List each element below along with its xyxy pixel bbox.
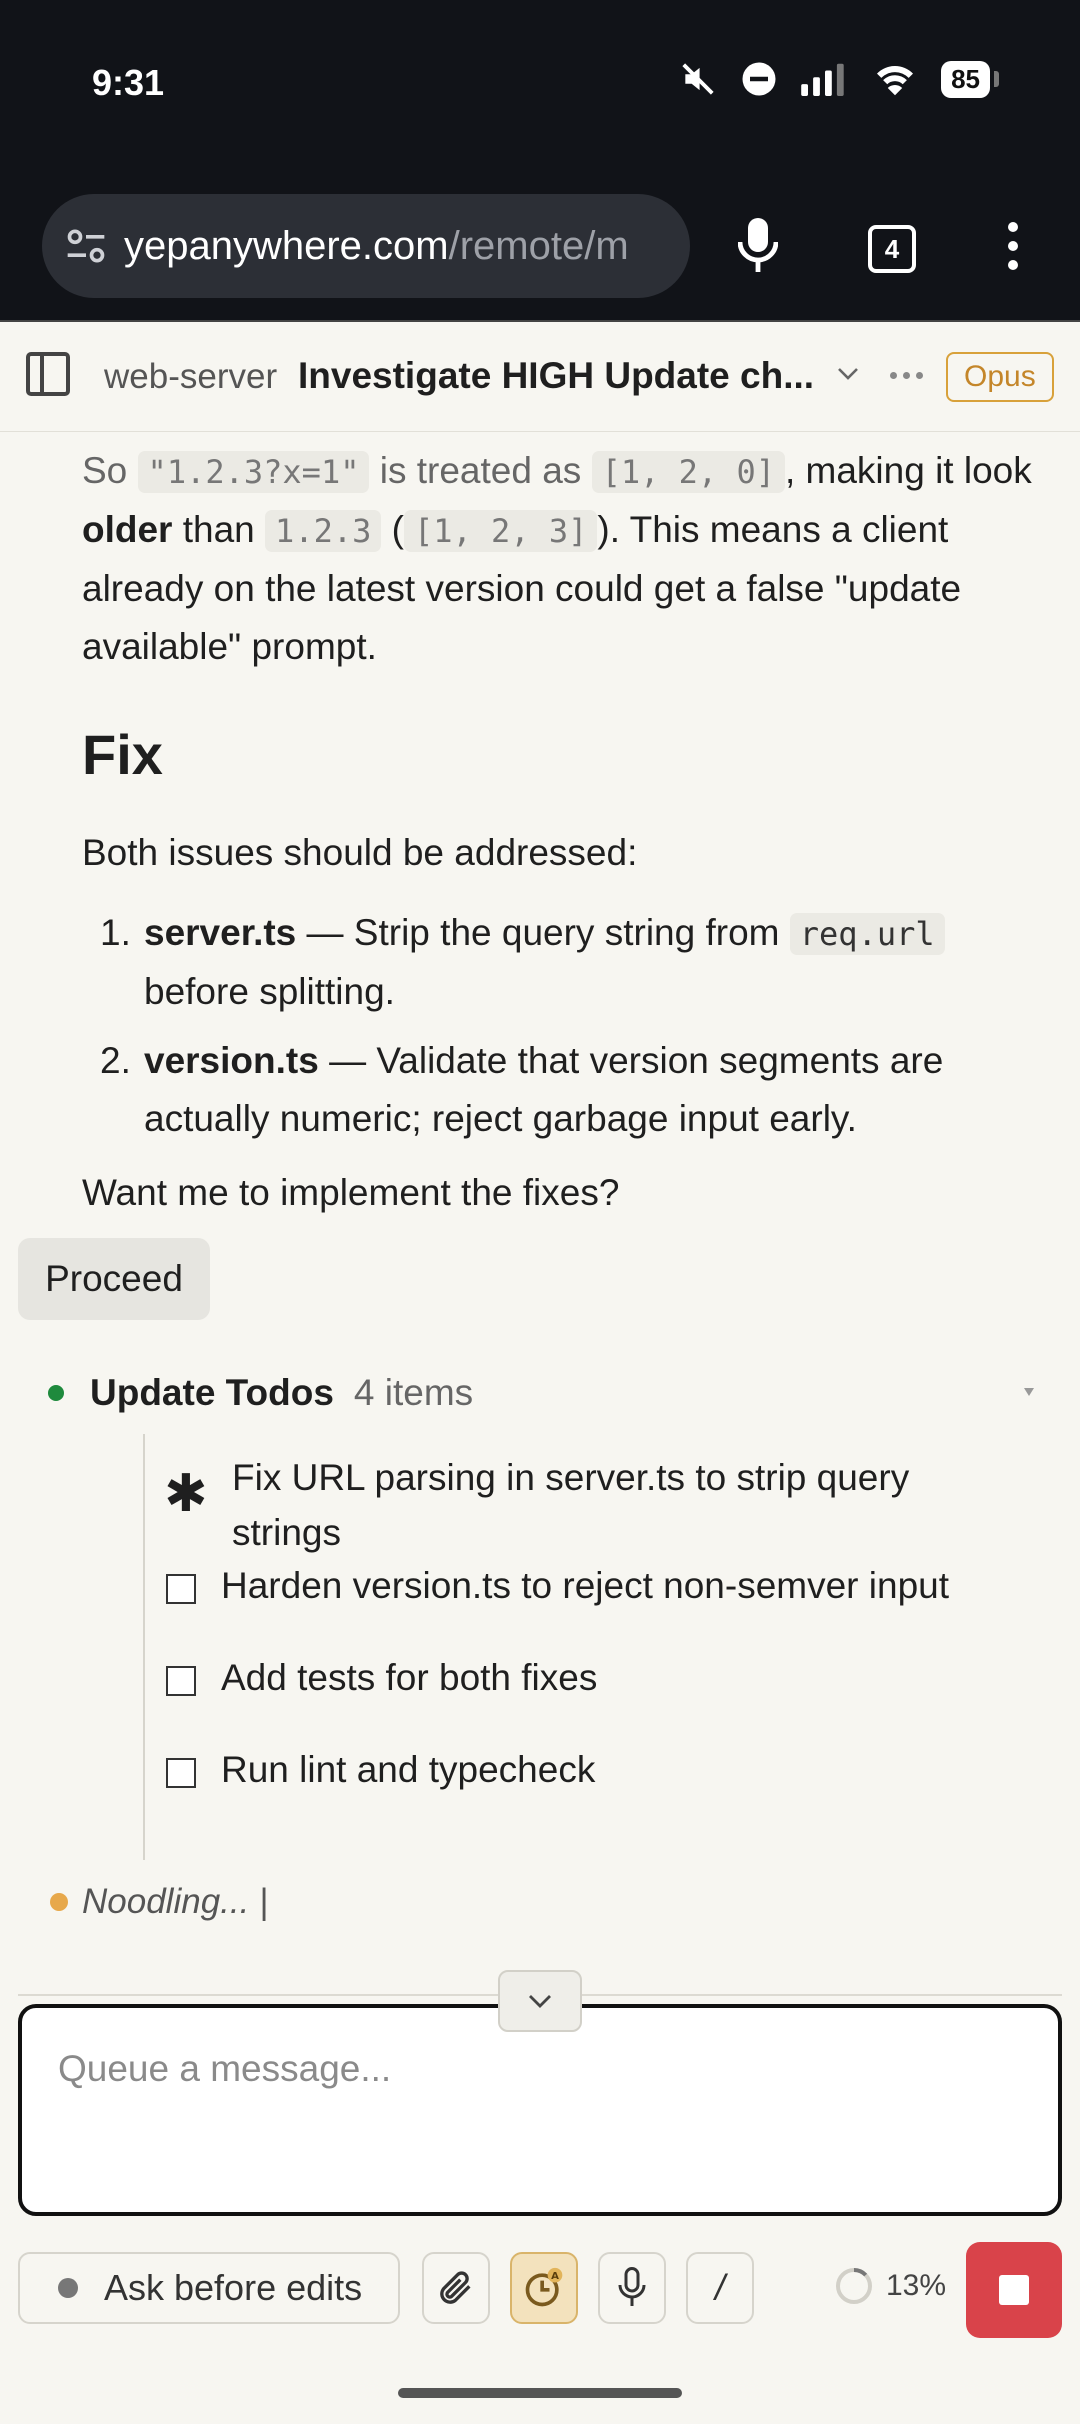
attach-button[interactable] bbox=[422, 2252, 490, 2324]
dnd-icon bbox=[742, 62, 776, 96]
microphone-icon bbox=[618, 2267, 646, 2306]
stop-button[interactable] bbox=[966, 2242, 1062, 2338]
text-run: before splitting. bbox=[144, 971, 395, 1012]
site-settings-icon[interactable] bbox=[64, 224, 108, 268]
status-icons: 85 bbox=[679, 60, 999, 98]
activity-indicator: Noodling... | bbox=[50, 1882, 268, 1922]
todo-count: 4 items bbox=[353, 1372, 474, 1413]
checkbox-icon[interactable] bbox=[166, 1758, 196, 1788]
proceed-button[interactable]: Proceed bbox=[18, 1238, 210, 1320]
conversation: So "1.2.3?x=1" is treated as [1, 2, 0], … bbox=[0, 432, 1080, 1992]
in-progress-icon: ✱ bbox=[164, 1465, 208, 1523]
tab-switcher-button[interactable]: 4 bbox=[868, 225, 916, 273]
inline-code: [1, 2, 3] bbox=[403, 510, 598, 552]
todo-label: Run lint and typecheck bbox=[221, 1749, 596, 1790]
context-usage: 13% bbox=[834, 2266, 946, 2306]
model-badge[interactable]: Opus bbox=[946, 352, 1054, 402]
activity-text: Noodling... | bbox=[82, 1882, 269, 1921]
intro-text: Both issues should be addressed: bbox=[82, 832, 638, 873]
stop-icon bbox=[999, 2275, 1029, 2305]
paperclip-icon bbox=[440, 2271, 471, 2304]
battery-level: 85 bbox=[951, 63, 980, 94]
voice-input-button[interactable] bbox=[598, 2252, 666, 2324]
todo-title: Update Todos bbox=[90, 1372, 334, 1413]
todo-item: Run lint and typecheck bbox=[166, 1742, 1046, 1797]
inline-code: "1.2.3?x=1" bbox=[137, 451, 370, 493]
bold-text: server.ts bbox=[144, 912, 297, 953]
slash-label: / bbox=[714, 2267, 725, 2308]
sidebar-toggle-icon[interactable] bbox=[26, 352, 70, 396]
status-time: 9:31 bbox=[92, 62, 165, 103]
text-run: , making it look bbox=[784, 450, 1032, 491]
mode-label: Ask before edits bbox=[104, 2267, 363, 2308]
composer-toolbar: Ask before edits A / 13% bbox=[18, 2242, 1062, 2338]
browser-toolbar: yepanywhere.com/remote/m 4 bbox=[0, 170, 1080, 322]
status-dot bbox=[48, 1385, 64, 1401]
session-header: web-server Investigate HIGH Update ch...… bbox=[0, 322, 1080, 432]
voice-search-icon[interactable] bbox=[738, 218, 778, 274]
list-number: 2. bbox=[100, 1040, 131, 1081]
text-run: — Strip the query string from bbox=[296, 912, 790, 953]
todo-label: Harden version.ts to reject non-semver i… bbox=[221, 1565, 950, 1606]
todo-item: Fix URL parsing in server.ts to strip qu… bbox=[232, 1450, 1012, 1560]
bold-text: older bbox=[82, 509, 173, 550]
section-heading: Fix bbox=[82, 723, 163, 786]
url-host: yepanywhere.com bbox=[124, 223, 449, 268]
message-paragraph: So "1.2.3?x=1" is treated as [1, 2, 0], … bbox=[82, 442, 1042, 676]
context-percent: 13% bbox=[886, 2269, 947, 2302]
list-item: 2. version.ts — Validate that version se… bbox=[100, 1032, 1020, 1148]
inline-code: req.url bbox=[789, 913, 945, 955]
permission-mode-button[interactable]: Ask before edits bbox=[18, 2252, 400, 2324]
chevron-down-icon[interactable] bbox=[836, 366, 860, 382]
text-run: ( bbox=[381, 509, 404, 550]
todo-label: Add tests for both fixes bbox=[221, 1657, 598, 1698]
collapse-caret-icon[interactable] bbox=[1024, 1388, 1034, 1396]
text-run: than bbox=[172, 509, 266, 550]
message-input[interactable]: Queue a message... bbox=[18, 2004, 1062, 2216]
todo-rail bbox=[143, 1434, 145, 1860]
url-path: /remote/m bbox=[448, 223, 629, 268]
status-bar: 9:31 85 bbox=[0, 0, 1080, 170]
chevron-down-icon bbox=[529, 1995, 551, 2008]
todo-label: Fix URL parsing in server.ts to strip qu… bbox=[232, 1457, 910, 1553]
message-placeholder: Queue a message... bbox=[58, 2048, 392, 2089]
todo-header[interactable]: Update Todos 4 items bbox=[48, 1372, 473, 1414]
text-run: So bbox=[82, 450, 138, 491]
list-item: 1. server.ts — Strip the query string fr… bbox=[100, 904, 1020, 1021]
session-title[interactable]: Investigate HIGH Update ch... bbox=[298, 355, 818, 397]
inline-code: [1, 2, 0] bbox=[591, 451, 785, 493]
activity-dot bbox=[50, 1893, 68, 1911]
context-ring-icon bbox=[836, 2268, 872, 2304]
battery-icon: 85 bbox=[941, 60, 999, 98]
project-name[interactable]: web-server bbox=[104, 357, 277, 397]
bold-text: version.ts bbox=[144, 1040, 319, 1081]
checkbox-icon[interactable] bbox=[166, 1574, 196, 1604]
question-text: Want me to implement the fixes? bbox=[82, 1172, 620, 1213]
home-indicator[interactable] bbox=[398, 2388, 682, 2398]
auto-mode-button[interactable]: A bbox=[510, 2252, 578, 2324]
more-options-icon[interactable] bbox=[890, 372, 923, 379]
todo-item: Harden version.ts to reject non-semver i… bbox=[166, 1558, 1046, 1613]
url-text: yepanywhere.com/remote/m bbox=[124, 224, 629, 269]
wifi-icon bbox=[877, 66, 914, 96]
clock-auto-icon: A bbox=[525, 2267, 563, 2307]
slash-command-button[interactable]: / bbox=[686, 2252, 754, 2324]
tab-count: 4 bbox=[884, 233, 900, 264]
svg-text:A: A bbox=[551, 2271, 559, 2282]
signal-icon bbox=[801, 63, 844, 96]
text-run: is treated as bbox=[369, 450, 592, 491]
scroll-to-bottom-button[interactable] bbox=[498, 1970, 582, 2032]
checkbox-icon[interactable] bbox=[166, 1666, 196, 1696]
list-number: 1. bbox=[100, 912, 131, 953]
address-bar[interactable]: yepanywhere.com/remote/m bbox=[42, 194, 690, 298]
inline-code: 1.2.3 bbox=[265, 510, 382, 552]
todo-item: Add tests for both fixes bbox=[166, 1650, 1046, 1705]
mute-icon bbox=[682, 63, 714, 95]
browser-menu-icon[interactable] bbox=[1008, 222, 1018, 279]
mode-dot bbox=[58, 2278, 78, 2298]
